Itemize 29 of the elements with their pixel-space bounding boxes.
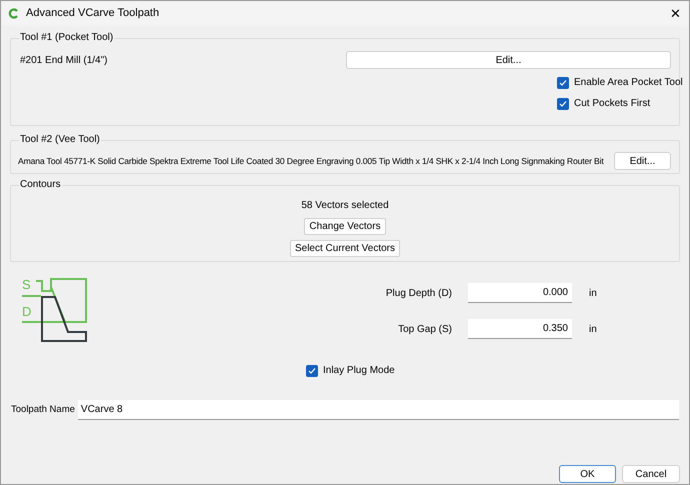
tool-name: #201 End Mill (1/4") [20,54,108,68]
field-label: Top Gap (S) [397,322,453,336]
number-field[interactable]: 0.000 [468,283,572,303]
edit-button[interactable]: Edit... [614,152,671,170]
field-label: Plug Depth (D) [384,286,453,300]
unit-label: in [589,286,597,300]
cancel-button[interactable]: Cancel [622,465,680,483]
vectors-status: 58 Vectors selected [301,199,389,213]
checkbox-label: Inlay Plug Mode [323,364,395,378]
vectors-button[interactable]: Change Vectors [304,218,386,235]
group-legend: Tool #2 (Vee Tool) [19,134,101,146]
edit-button[interactable]: Edit... [346,51,671,69]
checkbox[interactable] [557,76,569,88]
field-label: Toolpath Name [11,402,75,417]
checkbox-label: Enable Area Pocket Tool [574,76,683,90]
checkbox[interactable] [557,98,569,110]
close-button[interactable]: ✕ [670,6,681,20]
logo-icon [8,8,19,18]
checkbox[interactable] [306,364,318,376]
number-field[interactable]: 0.350 [468,319,572,339]
vectors-button[interactable]: Select Current Vectors [290,240,400,257]
inlay-diagram-drawing: S D [21,277,87,342]
window-title: Advanced VCarve Toolpath [26,6,160,21]
checkbox-label: Cut Pockets First [574,97,650,111]
name-field[interactable]: VCarve 8 [78,400,679,420]
tool-name: Amana Tool 45771-K Solid Carbide Spektra Extreme Tool Life Coated 30 Degree Engraving 0.005 Tip Width x 1/4 SHK x 2-1/4 Inch Long Signmaking Router Bit [18,154,605,168]
unit-label: in [589,322,597,336]
group-legend: Tool #1 (Pocket Tool) [19,32,114,44]
ok-button[interactable]: OK [559,465,616,483]
